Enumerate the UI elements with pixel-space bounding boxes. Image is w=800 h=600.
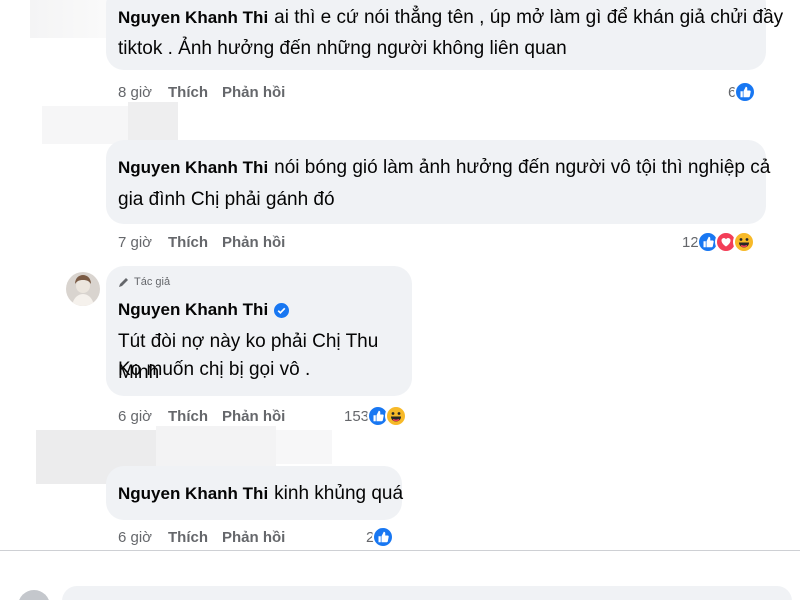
reply-button[interactable]: Phản hồi bbox=[222, 529, 285, 546]
haha-icon bbox=[385, 405, 408, 427]
reply-button[interactable]: Phản hồi bbox=[222, 234, 285, 251]
blurred-area bbox=[42, 106, 128, 144]
blurred-area bbox=[30, 0, 106, 38]
haha-icon bbox=[732, 231, 755, 253]
commenter-name[interactable]: Nguyen Khanh Thi bbox=[118, 8, 268, 27]
comment-actions: 6 giờ Thích Phản hồi bbox=[118, 404, 285, 428]
comment-input[interactable] bbox=[62, 586, 792, 600]
comment-actions: 8 giờ Thích Phản hồi bbox=[118, 80, 285, 104]
like-button[interactable]: Thích bbox=[168, 84, 222, 101]
commenter-name[interactable]: Nguyen Khanh Thi bbox=[118, 300, 268, 320]
comment-bubble: Tác giả Nguyen Khanh Thi Tút đòi nợ này … bbox=[106, 266, 412, 396]
commenter-name[interactable]: Nguyen Khanh Thi bbox=[118, 158, 268, 177]
commenter-name[interactable]: Nguyen Khanh Thi bbox=[118, 484, 268, 503]
like-icon bbox=[372, 526, 395, 548]
timestamp[interactable]: 7 giờ bbox=[118, 234, 168, 251]
verified-badge-icon bbox=[274, 302, 290, 318]
comment-actions: 7 giờ Thích Phản hồi bbox=[118, 230, 285, 254]
avatar bbox=[18, 590, 50, 600]
like-button[interactable]: Thích bbox=[168, 234, 222, 251]
timestamp[interactable]: 6 giờ bbox=[118, 408, 168, 425]
timestamp[interactable]: 6 giờ bbox=[118, 529, 168, 546]
comment-text: ai thì e cứ nói thẳng tên , úp mở làm gì… bbox=[274, 7, 784, 28]
reaction-summary[interactable]: 12 bbox=[682, 229, 755, 255]
comment-text: tiktok . Ảnh hưởng đến những người không… bbox=[118, 38, 567, 59]
divider bbox=[0, 550, 800, 551]
blurred-area bbox=[276, 430, 332, 464]
comment-bubble: Nguyen Khanh Thi nói bóng gió làm ảnh hưở… bbox=[106, 140, 770, 224]
comment-bubble: Nguyen Khanh Thi kinh khủng quá bbox=[106, 466, 404, 520]
comment-text: nói bóng gió làm ảnh hưởng đến người vô … bbox=[274, 157, 771, 178]
like-button[interactable]: Thích bbox=[168, 408, 222, 425]
like-button[interactable]: Thích bbox=[168, 529, 222, 546]
reaction-summary[interactable]: 153 bbox=[344, 403, 408, 429]
comment-text: Ko muốn chị bị gọi vô . bbox=[118, 359, 311, 380]
like-icon bbox=[734, 81, 757, 103]
timestamp[interactable]: 8 giờ bbox=[118, 84, 168, 101]
author-badge: Tác giả bbox=[134, 276, 171, 288]
comment-actions: 6 giờ Thích Phản hồi bbox=[118, 525, 285, 549]
reaction-summary[interactable]: 6 bbox=[728, 79, 757, 105]
reply-button[interactable]: Phản hồi bbox=[222, 408, 285, 425]
comment-text: kinh khủng quá bbox=[274, 483, 404, 504]
avatar[interactable] bbox=[66, 272, 100, 306]
reaction-summary[interactable]: 2 bbox=[366, 524, 395, 550]
reaction-count: 153 bbox=[344, 407, 370, 425]
comment-text: gia đình Chị phải gánh đó bbox=[118, 189, 335, 210]
comment-bubble: Nguyen Khanh Thi ai thì e cứ nói thẳng tê… bbox=[106, 0, 783, 70]
reply-button[interactable]: Phản hồi bbox=[222, 84, 285, 101]
pen-icon bbox=[118, 276, 130, 288]
